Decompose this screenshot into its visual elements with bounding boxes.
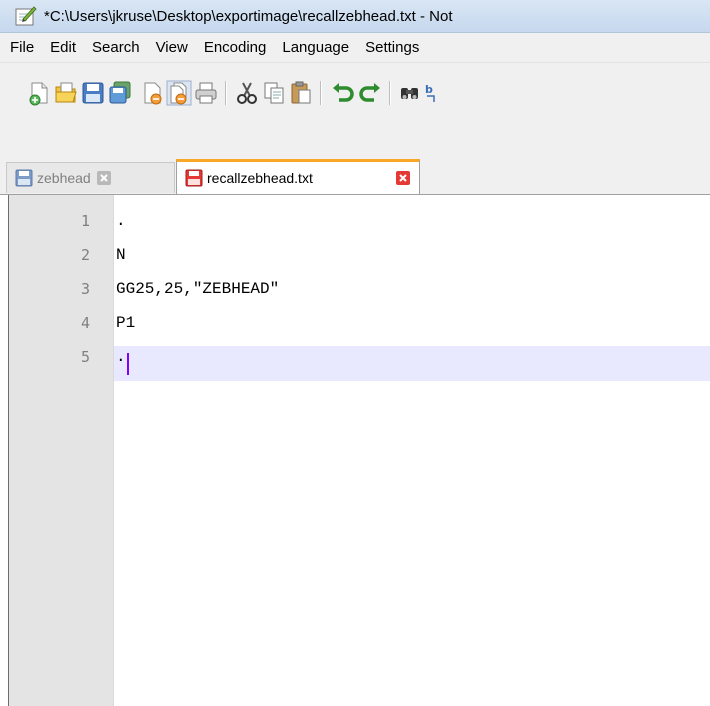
text-caret	[127, 353, 129, 375]
tab-zebhead[interactable]: zebhead	[6, 162, 175, 193]
current-line-highlight	[114, 346, 710, 381]
svg-text:b: b	[425, 83, 433, 96]
code-line[interactable]: .	[116, 348, 126, 366]
find-icon[interactable]	[397, 80, 423, 106]
open-file-icon[interactable]	[53, 80, 79, 106]
menu-encoding[interactable]: Encoding	[196, 39, 275, 56]
tab-label: zebhead	[37, 170, 91, 186]
print-icon[interactable]	[193, 80, 219, 106]
paste-icon[interactable]	[288, 80, 314, 106]
menu-view[interactable]: View	[148, 39, 196, 56]
replace-icon[interactable]: b	[424, 80, 438, 106]
close-icon[interactable]	[140, 80, 166, 106]
menu-search[interactable]: Search	[84, 39, 148, 56]
saved-file-icon	[15, 169, 33, 187]
new-file-icon[interactable]	[26, 80, 52, 106]
cut-icon[interactable]	[234, 80, 260, 106]
line-number: 1	[80, 212, 90, 230]
toolbar-separator	[320, 81, 322, 105]
undo-icon[interactable]	[330, 80, 356, 106]
toolbar-separator	[225, 81, 227, 105]
toolbar: b	[0, 63, 710, 149]
save-icon[interactable]	[80, 80, 106, 106]
line-number: 3	[80, 280, 90, 298]
editor-area[interactable]: 1 2 3 4 5 . N GG25,25,"ZEBHEAD" P1 .	[0, 195, 710, 706]
toolbar-separator	[389, 81, 391, 105]
title-bar: *C:\Users\jkruse\Desktop\exportimage\rec…	[0, 0, 710, 33]
window-title: *C:\Users\jkruse\Desktop\exportimage\rec…	[44, 7, 453, 25]
menu-language[interactable]: Language	[274, 39, 357, 56]
line-number: 5	[80, 348, 90, 366]
code-line[interactable]: P1	[116, 314, 135, 332]
line-number: 2	[80, 246, 90, 264]
menu-settings[interactable]: Settings	[357, 39, 427, 56]
copy-icon[interactable]	[261, 80, 287, 106]
code-line[interactable]: .	[116, 212, 126, 230]
tab-bar: zebhead recallzebhead.txt	[0, 149, 710, 195]
notepad-plus-plus-icon	[15, 6, 37, 26]
close-tab-icon[interactable]	[96, 170, 112, 186]
tab-label: recallzebhead.txt	[207, 170, 313, 186]
code-line[interactable]: N	[116, 246, 126, 264]
line-number-gutter: 1 2 3 4 5	[9, 195, 114, 706]
unsaved-file-icon	[185, 169, 203, 187]
menu-edit[interactable]: Edit	[42, 39, 84, 56]
save-all-icon[interactable]	[107, 80, 133, 106]
tab-recallzebhead[interactable]: recallzebhead.txt	[176, 159, 420, 194]
menu-bar: File Edit Search View Encoding Language …	[0, 33, 710, 63]
code-line[interactable]: GG25,25,"ZEBHEAD"	[116, 280, 279, 298]
line-number: 4	[80, 314, 90, 332]
menu-file[interactable]: File	[0, 39, 42, 56]
redo-icon[interactable]	[357, 80, 383, 106]
close-tab-icon[interactable]	[395, 170, 411, 186]
close-all-icon[interactable]	[166, 80, 192, 106]
